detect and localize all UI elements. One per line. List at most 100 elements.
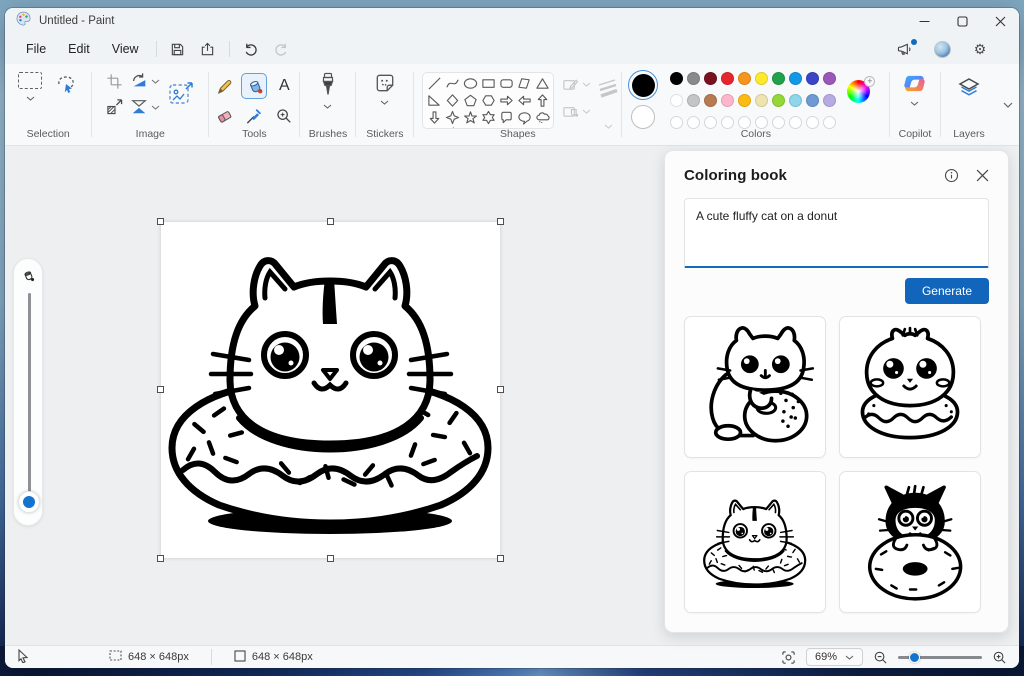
resize-handle-bottom-right[interactable] (497, 555, 504, 562)
undo-icon[interactable] (236, 38, 266, 60)
flip-icon[interactable] (130, 98, 148, 116)
slider-track[interactable] (27, 293, 31, 497)
color-swatch[interactable] (771, 72, 785, 85)
sticker-icon[interactable] (374, 72, 396, 94)
resize-icon[interactable] (106, 98, 123, 115)
selection-dropdown-chevron-icon[interactable] (26, 96, 35, 101)
color-swatch[interactable] (788, 72, 802, 85)
redo-icon[interactable] (266, 38, 296, 60)
shape-rectangle-icon[interactable] (479, 75, 497, 92)
shape-outline-option-icon[interactable] (562, 76, 579, 93)
rectangle-select-icon[interactable] (18, 72, 43, 89)
resize-handle-top-left[interactable] (157, 218, 164, 225)
announcements-icon[interactable] (890, 38, 920, 60)
shape-speech-bubble-oval-icon[interactable] (515, 109, 533, 126)
image-properties-icon[interactable] (167, 80, 195, 108)
color-swatch[interactable] (720, 94, 734, 107)
user-avatar[interactable] (934, 40, 951, 58)
zoom-level-dropdown[interactable]: 69% (805, 648, 863, 666)
resize-handle-left[interactable] (157, 386, 164, 393)
zoom-in-icon[interactable] (992, 650, 1007, 665)
save-icon[interactable] (163, 38, 193, 60)
copilot-dropdown-chevron-icon[interactable] (910, 101, 919, 106)
shape-triangle-icon[interactable] (533, 75, 551, 92)
rotate-icon[interactable] (130, 72, 148, 90)
text-tool-icon[interactable]: A (271, 73, 297, 99)
generated-thumbnail-2[interactable] (839, 316, 981, 458)
generated-thumbnail-1[interactable] (684, 316, 826, 458)
foreground-color-swatch[interactable] (628, 70, 659, 100)
shape-fill-option-icon[interactable] (562, 103, 579, 120)
color-swatch[interactable] (788, 94, 802, 107)
settings-gear-icon[interactable]: ⚙ (965, 38, 995, 60)
color-swatch[interactable] (720, 72, 734, 85)
color-swatch[interactable] (686, 72, 700, 85)
shape-five-point-star-icon[interactable] (461, 109, 479, 126)
flip-dropdown-chevron-icon[interactable] (151, 105, 160, 110)
shape-curve-icon[interactable] (443, 75, 461, 92)
copilot-icon[interactable] (903, 72, 926, 95)
resize-handle-bottom-left[interactable] (157, 555, 164, 562)
share-icon[interactable] (193, 38, 223, 60)
shape-outline-chevron-icon[interactable] (582, 82, 591, 87)
color-picker-tool-icon[interactable] (241, 103, 267, 129)
shape-six-point-star-icon[interactable] (479, 109, 497, 126)
shape-speech-bubble-rounded-icon[interactable] (497, 109, 515, 126)
resize-handle-bottom[interactable] (327, 555, 334, 562)
eraser-tool-icon[interactable] (211, 103, 237, 129)
zoom-slider[interactable] (898, 651, 982, 663)
prompt-input[interactable]: A cute fluffy cat on a donut (684, 198, 989, 268)
color-swatch[interactable] (703, 72, 717, 85)
close-button[interactable] (981, 8, 1019, 34)
ribbon-collapse-chevron-icon[interactable] (1003, 102, 1013, 108)
slider-thumb[interactable] (18, 491, 40, 513)
menu-file[interactable]: File (15, 38, 57, 60)
rotate-dropdown-chevron-icon[interactable] (151, 79, 160, 84)
shape-rounded-rectangle-icon[interactable] (497, 75, 515, 92)
menu-view[interactable]: View (101, 38, 150, 60)
shape-arrow-down-icon[interactable] (425, 109, 443, 126)
layers-icon[interactable] (957, 76, 981, 100)
shape-right-triangle-icon[interactable] (425, 92, 443, 109)
free-form-select-icon[interactable] (54, 72, 78, 96)
minimize-button[interactable] (905, 8, 943, 34)
shape-arrow-right-icon[interactable] (497, 92, 515, 109)
zoom-out-icon[interactable] (873, 650, 888, 665)
brushes-dropdown-chevron-icon[interactable] (323, 104, 332, 109)
fit-to-window-icon[interactable] (781, 650, 796, 665)
brush-icon[interactable] (318, 72, 338, 98)
shape-arrow-left-icon[interactable] (515, 92, 533, 109)
color-swatch[interactable] (686, 94, 700, 107)
shape-oval-icon[interactable] (461, 75, 479, 92)
color-swatch[interactable] (703, 94, 717, 107)
magnifier-tool-icon[interactable] (271, 103, 297, 129)
shape-line-icon[interactable] (425, 75, 443, 92)
resize-handle-top-right[interactable] (497, 218, 504, 225)
shape-size-option-icon[interactable] (595, 76, 621, 100)
pencil-tool-icon[interactable] (211, 73, 237, 99)
shape-hexagon-icon[interactable] (479, 92, 497, 109)
menu-edit[interactable]: Edit (57, 38, 101, 60)
color-swatch[interactable] (805, 94, 819, 107)
shape-arrow-up-icon[interactable] (533, 92, 551, 109)
generated-thumbnail-4[interactable] (839, 471, 981, 613)
resize-handle-top[interactable] (327, 218, 334, 225)
shape-pentagon-icon[interactable] (461, 92, 479, 109)
zoom-slider-thumb[interactable] (908, 652, 920, 663)
resize-handle-right[interactable] (497, 386, 504, 393)
panel-close-icon[interactable] (976, 169, 989, 182)
color-swatch[interactable] (822, 94, 836, 107)
shape-diamond-icon[interactable] (443, 92, 461, 109)
fill-tool-icon[interactable] (241, 72, 268, 99)
maximize-button[interactable] (943, 8, 981, 34)
info-icon[interactable] (944, 168, 959, 183)
color-swatch[interactable] (669, 94, 683, 107)
stickers-dropdown-chevron-icon[interactable] (380, 100, 389, 105)
background-color-swatch[interactable] (631, 105, 656, 129)
generated-thumbnail-3[interactable] (684, 471, 826, 613)
generate-button[interactable]: Generate (904, 278, 989, 304)
drawing-canvas[interactable] (157, 218, 504, 562)
color-swatch[interactable] (669, 72, 683, 85)
shape-fill-chevron-icon[interactable] (582, 109, 591, 114)
shape-polygon-icon[interactable] (515, 75, 533, 92)
